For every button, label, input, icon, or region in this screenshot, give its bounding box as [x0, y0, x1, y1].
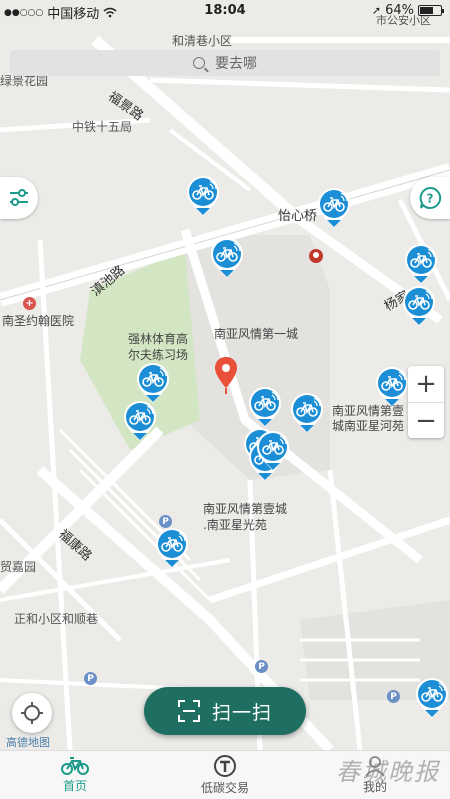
search-icon — [193, 57, 205, 69]
bike-marker[interactable] — [155, 527, 189, 569]
filter-sliders-icon — [10, 189, 28, 206]
tab-home[interactable]: 首页 — [0, 751, 150, 799]
bike-marker-icon — [416, 678, 448, 718]
map-label: 南圣约翰医院 — [2, 314, 75, 328]
bike-marker-icon — [156, 528, 188, 568]
bike-marker[interactable] — [256, 430, 290, 472]
bike-marker-icon — [291, 393, 323, 433]
bike-marker[interactable] — [290, 392, 324, 434]
zoom-out-button[interactable]: − — [408, 402, 444, 438]
map-label: 城南亚星河苑 — [332, 419, 405, 433]
scan-frame-icon — [177, 700, 200, 722]
watermark: 春城晚报 — [336, 758, 440, 786]
location-pin-icon — [215, 357, 237, 394]
search-input[interactable]: 要去哪 — [10, 50, 440, 76]
map-view[interactable]: 和清巷小区 绿景花园 福景路 中铁十五局 怡心桥 滇池路 杨家 南圣约翰医院 南… — [0, 0, 450, 750]
restaurant-icon — [309, 249, 323, 263]
bike-marker-icon — [257, 431, 289, 471]
bike-marker[interactable] — [415, 677, 449, 719]
parking-icon: P — [255, 660, 268, 673]
bike-marker-icon — [249, 387, 281, 427]
hospital-icon: + — [23, 297, 36, 310]
bike-marker[interactable] — [123, 400, 157, 442]
bike-marker-icon — [318, 188, 350, 228]
status-right: ➚ 64% — [371, 3, 444, 18]
battery-percent: 64% — [385, 3, 414, 18]
bike-marker-icon — [137, 363, 169, 403]
navigation-arrow-icon: ➚ — [371, 4, 382, 17]
battery-icon — [418, 5, 444, 16]
bike-marker[interactable] — [186, 175, 220, 217]
locate-button[interactable] — [12, 693, 52, 733]
bike-marker[interactable] — [136, 362, 170, 404]
tab-label: 首页 — [62, 779, 87, 793]
crosshair-icon — [21, 702, 43, 724]
zoom-in-button[interactable]: + — [408, 366, 444, 402]
status-bar: ●●○○○ 中国移动 18:04 ➚ 64% — [0, 0, 450, 22]
trade-icon — [214, 755, 236, 777]
tab-trade[interactable]: 低碳交易 — [150, 751, 300, 799]
scan-button[interactable]: 扫一扫 — [144, 687, 306, 735]
bike-marker[interactable] — [210, 237, 244, 279]
bike-marker-icon — [376, 367, 408, 407]
bike-marker-icon — [211, 238, 243, 278]
parking-icon: P — [84, 672, 97, 685]
bike-icon — [61, 757, 89, 775]
bike-marker-icon — [403, 286, 435, 326]
bike-marker[interactable] — [375, 366, 409, 408]
map-label: 尔夫练习场 — [128, 348, 189, 362]
bike-marker-icon — [187, 176, 219, 216]
search-placeholder: 要去哪 — [215, 56, 257, 72]
bike-marker[interactable] — [317, 187, 351, 229]
map-label: 贸嘉园 — [0, 560, 37, 574]
map-label: 中铁十五局 — [72, 120, 133, 134]
map-label: 南亚风情第一城 — [214, 327, 299, 341]
svg-text:?: ? — [427, 192, 434, 206]
bike-marker[interactable] — [404, 243, 438, 285]
map-label: 强林体育高 — [128, 332, 189, 346]
bike-marker[interactable] — [248, 386, 282, 428]
map-label: 南亚风情第壹城 — [203, 502, 288, 516]
map-label: 和清巷小区 — [172, 34, 233, 48]
zoom-control: + − — [408, 366, 444, 438]
help-button[interactable]: ? — [410, 177, 450, 219]
parking-icon: P — [387, 690, 400, 703]
tab-label: 低碳交易 — [200, 781, 249, 795]
bike-marker-icon — [405, 244, 437, 284]
map-brand-logo: 高德地图 — [6, 736, 50, 749]
help-icon: ? — [419, 186, 442, 209]
map-label: .南亚星光苑 — [203, 518, 267, 532]
map-label: 怡心桥 — [278, 209, 318, 224]
map-label: 正和小区和顺巷 — [14, 612, 99, 626]
bike-marker[interactable] — [402, 285, 436, 327]
scan-label: 扫一扫 — [211, 701, 272, 724]
bike-marker-icon — [124, 401, 156, 441]
app-screen: 和清巷小区 绿景花园 福景路 中铁十五局 怡心桥 滇池路 杨家 南圣约翰医院 南… — [0, 0, 450, 799]
